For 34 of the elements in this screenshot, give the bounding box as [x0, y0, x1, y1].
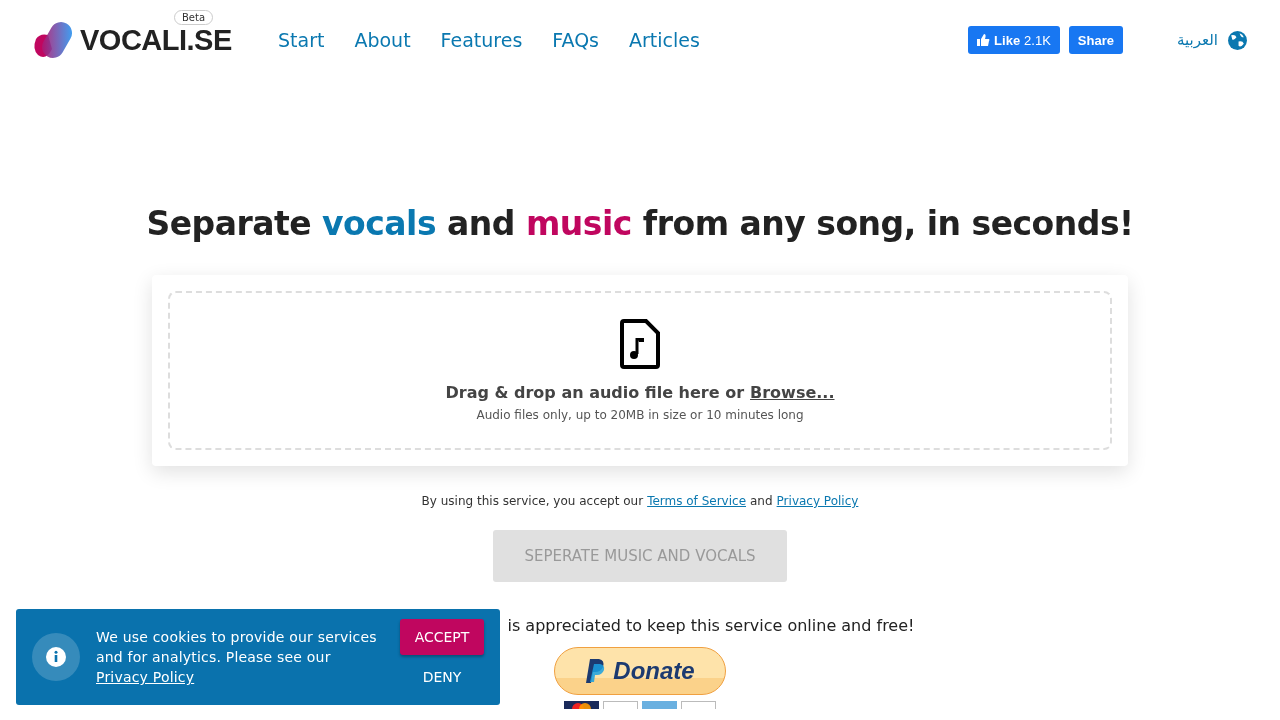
share-button[interactable]: Share	[1068, 26, 1123, 54]
card-icon	[603, 701, 638, 709]
terms-text: and	[750, 494, 773, 508]
terms-link[interactable]: Terms of Service	[647, 494, 746, 508]
terms-text: By using this service, you accept our	[421, 494, 644, 508]
mastercard-icon	[564, 701, 599, 709]
privacy-link[interactable]: Privacy Policy	[776, 494, 859, 508]
nav-link[interactable]: Start	[278, 29, 325, 51]
card-icon	[681, 701, 716, 709]
nav-link[interactable]: Articles	[629, 29, 700, 51]
browse-link[interactable]: Browse...	[750, 383, 835, 402]
thumbs-up-icon	[977, 34, 991, 46]
info-icon	[32, 633, 80, 681]
cookie-text: We use cookies to provide our services and for analytics. Please see our Privacy Policy	[96, 628, 378, 687]
beta-badge: Beta	[174, 10, 214, 25]
nav-link[interactable]: FAQs	[552, 29, 599, 51]
drop-prompt: Drag & drop an audio file here or	[445, 383, 745, 402]
nav-link[interactable]: About	[354, 29, 411, 51]
headline: Separate vocals and music from any song, in seconds!	[146, 204, 1134, 243]
nav-link[interactable]: Features	[440, 29, 523, 51]
donate-button[interactable]: Donate	[554, 647, 726, 695]
deny-button[interactable]: DENY	[416, 659, 468, 695]
globe-icon[interactable]	[1227, 29, 1248, 51]
language-link[interactable]: العربية	[1177, 31, 1218, 49]
music-file-icon	[620, 319, 660, 369]
logo-icon	[32, 19, 74, 61]
donation-text: is appreciated to keep this service online and free!	[506, 616, 916, 635]
drop-zone[interactable]: Drag & drop an audio file here or Browse... Audio files only, up to 20MB in size or 10 minutes long	[168, 291, 1112, 450]
accept-button[interactable]: ACCEPT	[400, 619, 484, 655]
privacy-link[interactable]: Privacy Policy	[96, 669, 195, 685]
file-hint: Audio files only, up to 20MB in size or 10 minutes long	[476, 408, 804, 422]
card-icon	[642, 701, 677, 709]
logo-text[interactable]: VOCALI.SE	[80, 23, 232, 57]
like-button[interactable]: Like 2.1K	[968, 26, 1060, 54]
